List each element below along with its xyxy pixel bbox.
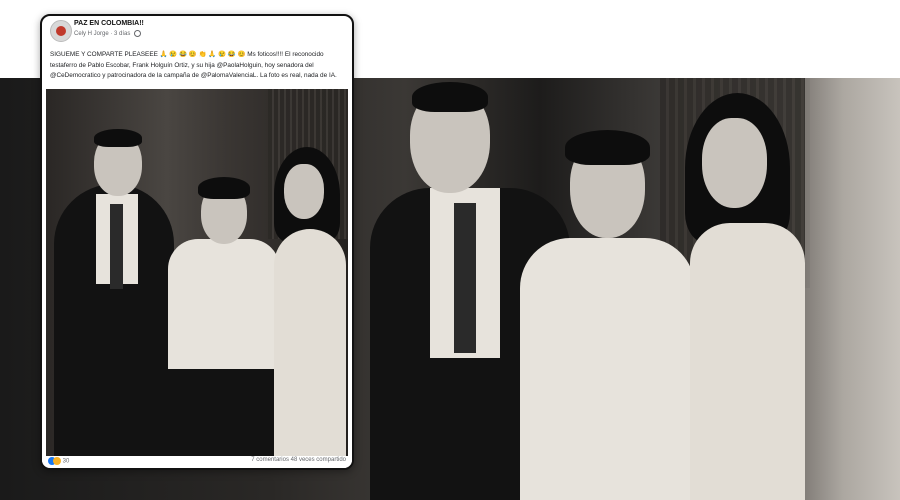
bg-middle-shirt: [520, 238, 695, 500]
author-name[interactable]: Cely H Jorge: [74, 31, 109, 37]
page-avatar[interactable]: [50, 20, 72, 42]
post-header: PAZ EN COLOMBIA!! Cely H Jorge · 3 días: [42, 16, 352, 46]
photo-man-hair: [94, 129, 142, 147]
post-time[interactable]: 3 días: [114, 31, 130, 37]
bg-middle-hair: [565, 130, 650, 165]
photo-woman-face: [284, 164, 324, 219]
photo-woman-dress: [274, 229, 346, 468]
reactions-summary[interactable]: 30: [48, 457, 69, 465]
photo-man-tie: [110, 204, 123, 289]
facebook-post-card: PAZ EN COLOMBIA!! Cely H Jorge · 3 días …: [40, 14, 354, 470]
post-text: SIGUEME Y COMPARTE PLEASEEE 🙏 😢 😂 😊 👏 🙏 …: [50, 51, 337, 79]
photo-middle-shirt: [168, 239, 280, 369]
photo-middle-hair: [198, 177, 250, 199]
globe-icon: [134, 30, 142, 37]
care-icon: [53, 457, 61, 465]
background-edge-fade: [805, 78, 900, 500]
reaction-count: 30: [62, 458, 70, 465]
comments-count[interactable]: 7 comentarios: [251, 457, 289, 463]
page-name[interactable]: PAZ EN COLOMBIA!!: [74, 20, 144, 27]
post-meta: Cely H Jorge · 3 días: [74, 30, 142, 37]
photo-middle-trousers: [174, 369, 274, 468]
bg-man-hair: [412, 82, 488, 112]
shares-count[interactable]: 48 veces compartido: [291, 457, 346, 463]
post-photo[interactable]: [46, 89, 348, 468]
engagement-counts: 7 comentarios 48 veces compartido: [251, 457, 346, 463]
bg-woman-dress: [690, 223, 805, 500]
bg-man-tie: [454, 203, 476, 353]
post-footer: 30 7 comentarios 48 veces compartido: [42, 456, 352, 468]
bg-woman-face: [702, 118, 767, 208]
